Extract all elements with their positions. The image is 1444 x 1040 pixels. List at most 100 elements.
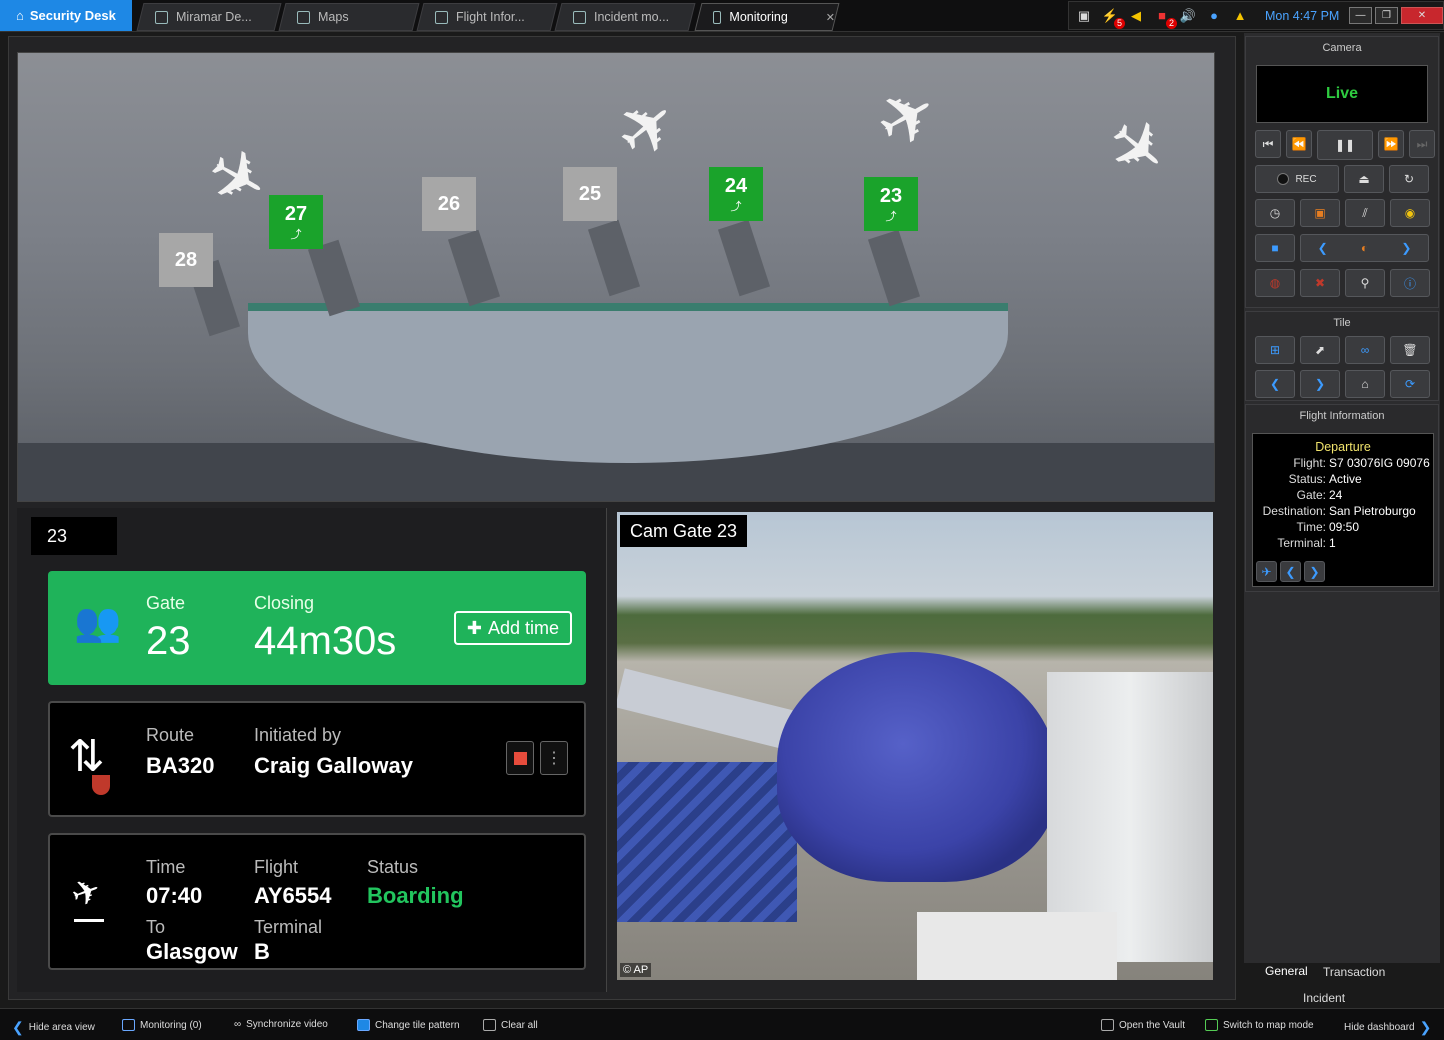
tile-tag: 23 bbox=[31, 517, 117, 555]
tab-maps[interactable]: Maps bbox=[278, 3, 420, 31]
tab-general[interactable]: General bbox=[1265, 964, 1308, 978]
flight-row: Gate: 24 bbox=[1253, 489, 1433, 502]
tab-incident-panel[interactable]: Incident bbox=[1303, 991, 1345, 1005]
gate-marker-26[interactable]: 26 bbox=[422, 177, 476, 231]
synchronize-video-button[interactable]: ∞ Synchronize video bbox=[234, 1019, 328, 1030]
export-icon[interactable]: ◉ bbox=[1390, 199, 1430, 227]
zoom-icon[interactable]: ⚲ bbox=[1345, 269, 1385, 297]
tab-incident[interactable]: Incident mo... bbox=[554, 3, 696, 31]
tab-label: Flight Infor... bbox=[456, 10, 525, 24]
ptz-icon: ◐ bbox=[1360, 241, 1369, 255]
clear-all-button[interactable]: Clear all bbox=[483, 1019, 538, 1031]
bottom-toolbar: ❮ Hide area view Monitoring (0) ∞ Synchron… bbox=[0, 1008, 1444, 1040]
loop-icon[interactable]: ↻ bbox=[1389, 165, 1429, 193]
gate-marker-23[interactable]: 23 ⤴ bbox=[864, 177, 918, 231]
route-value: BA320 bbox=[146, 753, 215, 778]
restore-button[interactable]: ❐ bbox=[1375, 7, 1398, 24]
add-bookmark-icon[interactable]: ⏏ bbox=[1344, 165, 1384, 193]
open-vault-button[interactable]: Open the Vault bbox=[1101, 1019, 1185, 1031]
map-tile[interactable]: ✈ ✈ ✈ ✈ 28 27 ⤴ 26 25 24 ⤴ 23 ⤴ bbox=[17, 52, 1215, 502]
jump-start-icon[interactable]: ⏮ bbox=[1255, 130, 1281, 158]
gate-info-tile[interactable]: 23 👥 Gate 23 Closing 44m30s ✚ Add time ⇅ … bbox=[17, 508, 607, 992]
add-time-label: Add time bbox=[488, 617, 560, 638]
gate-number: 24 bbox=[724, 174, 748, 197]
refresh-icon[interactable]: ⟳ bbox=[1390, 370, 1430, 398]
rewind-icon[interactable]: ⏪ bbox=[1286, 130, 1312, 158]
close-tab-icon[interactable]: ✕ bbox=[826, 11, 835, 24]
jump-end-icon[interactable]: ⏭ bbox=[1409, 130, 1435, 158]
tab-monitoring[interactable]: Monitoring ✕ bbox=[694, 3, 840, 31]
home-tab[interactable]: ⌂ Security Desk bbox=[0, 0, 132, 31]
tile-home-icon[interactable]: ⌂ bbox=[1345, 370, 1385, 398]
clock-icon[interactable]: ◷ bbox=[1255, 199, 1295, 227]
close-button[interactable]: ✕ bbox=[1401, 7, 1443, 24]
camera-label: Cam Gate 23 bbox=[620, 515, 748, 547]
switch-map-mode-button[interactable]: Switch to map mode bbox=[1205, 1019, 1314, 1031]
disconnect-icon[interactable]: ✖ bbox=[1300, 269, 1340, 297]
health-icon[interactable]: ■ 2 bbox=[1151, 7, 1177, 29]
home-tab-label: Security Desk bbox=[29, 8, 116, 23]
pause-button[interactable]: ❚❚ bbox=[1317, 130, 1373, 160]
tool-row-1: ◷ ▣ ⫽ ◉ bbox=[1255, 199, 1430, 227]
back-icon[interactable]: ❮ bbox=[1255, 370, 1295, 398]
flight-value: AY6554 bbox=[254, 883, 332, 908]
hide-area-view-button[interactable]: ❮ Hide area view bbox=[12, 1019, 95, 1036]
chevron-left-icon: ❮ bbox=[12, 1019, 24, 1035]
binoculars-icon[interactable]: ∞ bbox=[1345, 336, 1385, 364]
next-flight-icon[interactable]: ❯ bbox=[1304, 561, 1325, 582]
service-truck bbox=[917, 912, 1117, 980]
tab-label: Incident mo... bbox=[594, 10, 670, 24]
gate-marker-24[interactable]: 24 ⤴ bbox=[709, 167, 763, 221]
camera-tile[interactable]: Cam Gate 23 © AP bbox=[617, 512, 1213, 980]
more-button[interactable]: ⋮ bbox=[540, 741, 568, 775]
time-label: Time bbox=[146, 857, 186, 877]
clear-tile-icon[interactable]: 🗑 bbox=[1390, 336, 1430, 364]
expand-icon[interactable]: ⬈ bbox=[1300, 336, 1340, 364]
tile-controls-2: ❮ ❯ ⌂ ⟳ bbox=[1255, 370, 1430, 398]
info-icon[interactable]: ⓘ bbox=[1390, 269, 1430, 297]
prev-flight-icon[interactable]: ❮ bbox=[1280, 561, 1301, 582]
gate-label: Gate bbox=[146, 593, 186, 613]
chevron-left-icon[interactable]: ❮ bbox=[1318, 241, 1328, 255]
gate-marker-28[interactable]: 28 bbox=[159, 233, 213, 287]
minimize-button[interactable]: — bbox=[1349, 7, 1372, 24]
warning-icon[interactable]: ▲ bbox=[1229, 7, 1251, 25]
tab-flight-info[interactable]: Flight Infor... bbox=[416, 3, 558, 31]
flight-plane-icon[interactable]: ✈ bbox=[1256, 561, 1277, 582]
record-button[interactable]: REC bbox=[1255, 165, 1339, 193]
gate-marker-27[interactable]: 27 ⤴ bbox=[269, 195, 323, 249]
flight-key: Terminal: bbox=[1277, 536, 1326, 550]
monitoring-icon bbox=[122, 1019, 135, 1031]
ptz-control[interactable]: ❮ ◐ ❯ bbox=[1300, 234, 1429, 262]
gate-closing-card: 👥 Gate 23 Closing 44m30s ✚ Add time bbox=[48, 571, 586, 685]
monitoring-button[interactable]: Monitoring (0) bbox=[122, 1019, 202, 1031]
initiated-value: Craig Galloway bbox=[254, 753, 413, 778]
system-tray: ▣ ⚡ 5 ◀ ■ 2 🔊 ● ▲ Mon 4:47 PM — ❐ ✕ bbox=[1068, 1, 1444, 30]
snapshot-icon[interactable]: ▣ bbox=[1300, 199, 1340, 227]
tasks-icon[interactable]: ▣ bbox=[1073, 7, 1095, 25]
gate-number: 23 bbox=[879, 184, 903, 207]
forward-icon[interactable]: ⏩ bbox=[1378, 130, 1404, 158]
flight-row: Terminal: 1 bbox=[1253, 537, 1433, 550]
alarm-icon[interactable]: ⚡ 5 bbox=[1099, 7, 1125, 29]
fullscreen-icon[interactable]: ⊞ bbox=[1255, 336, 1295, 364]
bookmark-icon[interactable]: ⫽ bbox=[1345, 199, 1385, 227]
vault-label: Open the Vault bbox=[1119, 1019, 1185, 1031]
add-time-button[interactable]: ✚ Add time bbox=[454, 611, 572, 645]
hide-dashboard-button[interactable]: Hide dashboard ❯ bbox=[1344, 1019, 1431, 1036]
flight-row: Time: 09:50 bbox=[1253, 521, 1433, 534]
globe-icon[interactable]: ● bbox=[1203, 7, 1225, 25]
chevron-right-icon[interactable]: ❯ bbox=[1401, 241, 1411, 255]
gate-number: 27 bbox=[284, 202, 308, 225]
notification-icon[interactable]: ◀ bbox=[1125, 7, 1147, 25]
stop-button[interactable] bbox=[506, 741, 534, 775]
tab-transaction[interactable]: Transaction bbox=[1323, 965, 1385, 979]
stop-video-icon[interactable]: ■ bbox=[1255, 234, 1295, 262]
link-icon: ∞ bbox=[234, 1019, 242, 1030]
gate-marker-25[interactable]: 25 bbox=[563, 167, 617, 221]
tab-miramar[interactable]: Miramar De... bbox=[136, 3, 282, 31]
volume-icon[interactable]: 🔊 bbox=[1177, 7, 1199, 25]
next-icon[interactable]: ❯ bbox=[1300, 370, 1340, 398]
change-tile-pattern-button[interactable]: Change tile pattern bbox=[357, 1019, 460, 1031]
audio-icon[interactable]: ◍ bbox=[1255, 269, 1295, 297]
